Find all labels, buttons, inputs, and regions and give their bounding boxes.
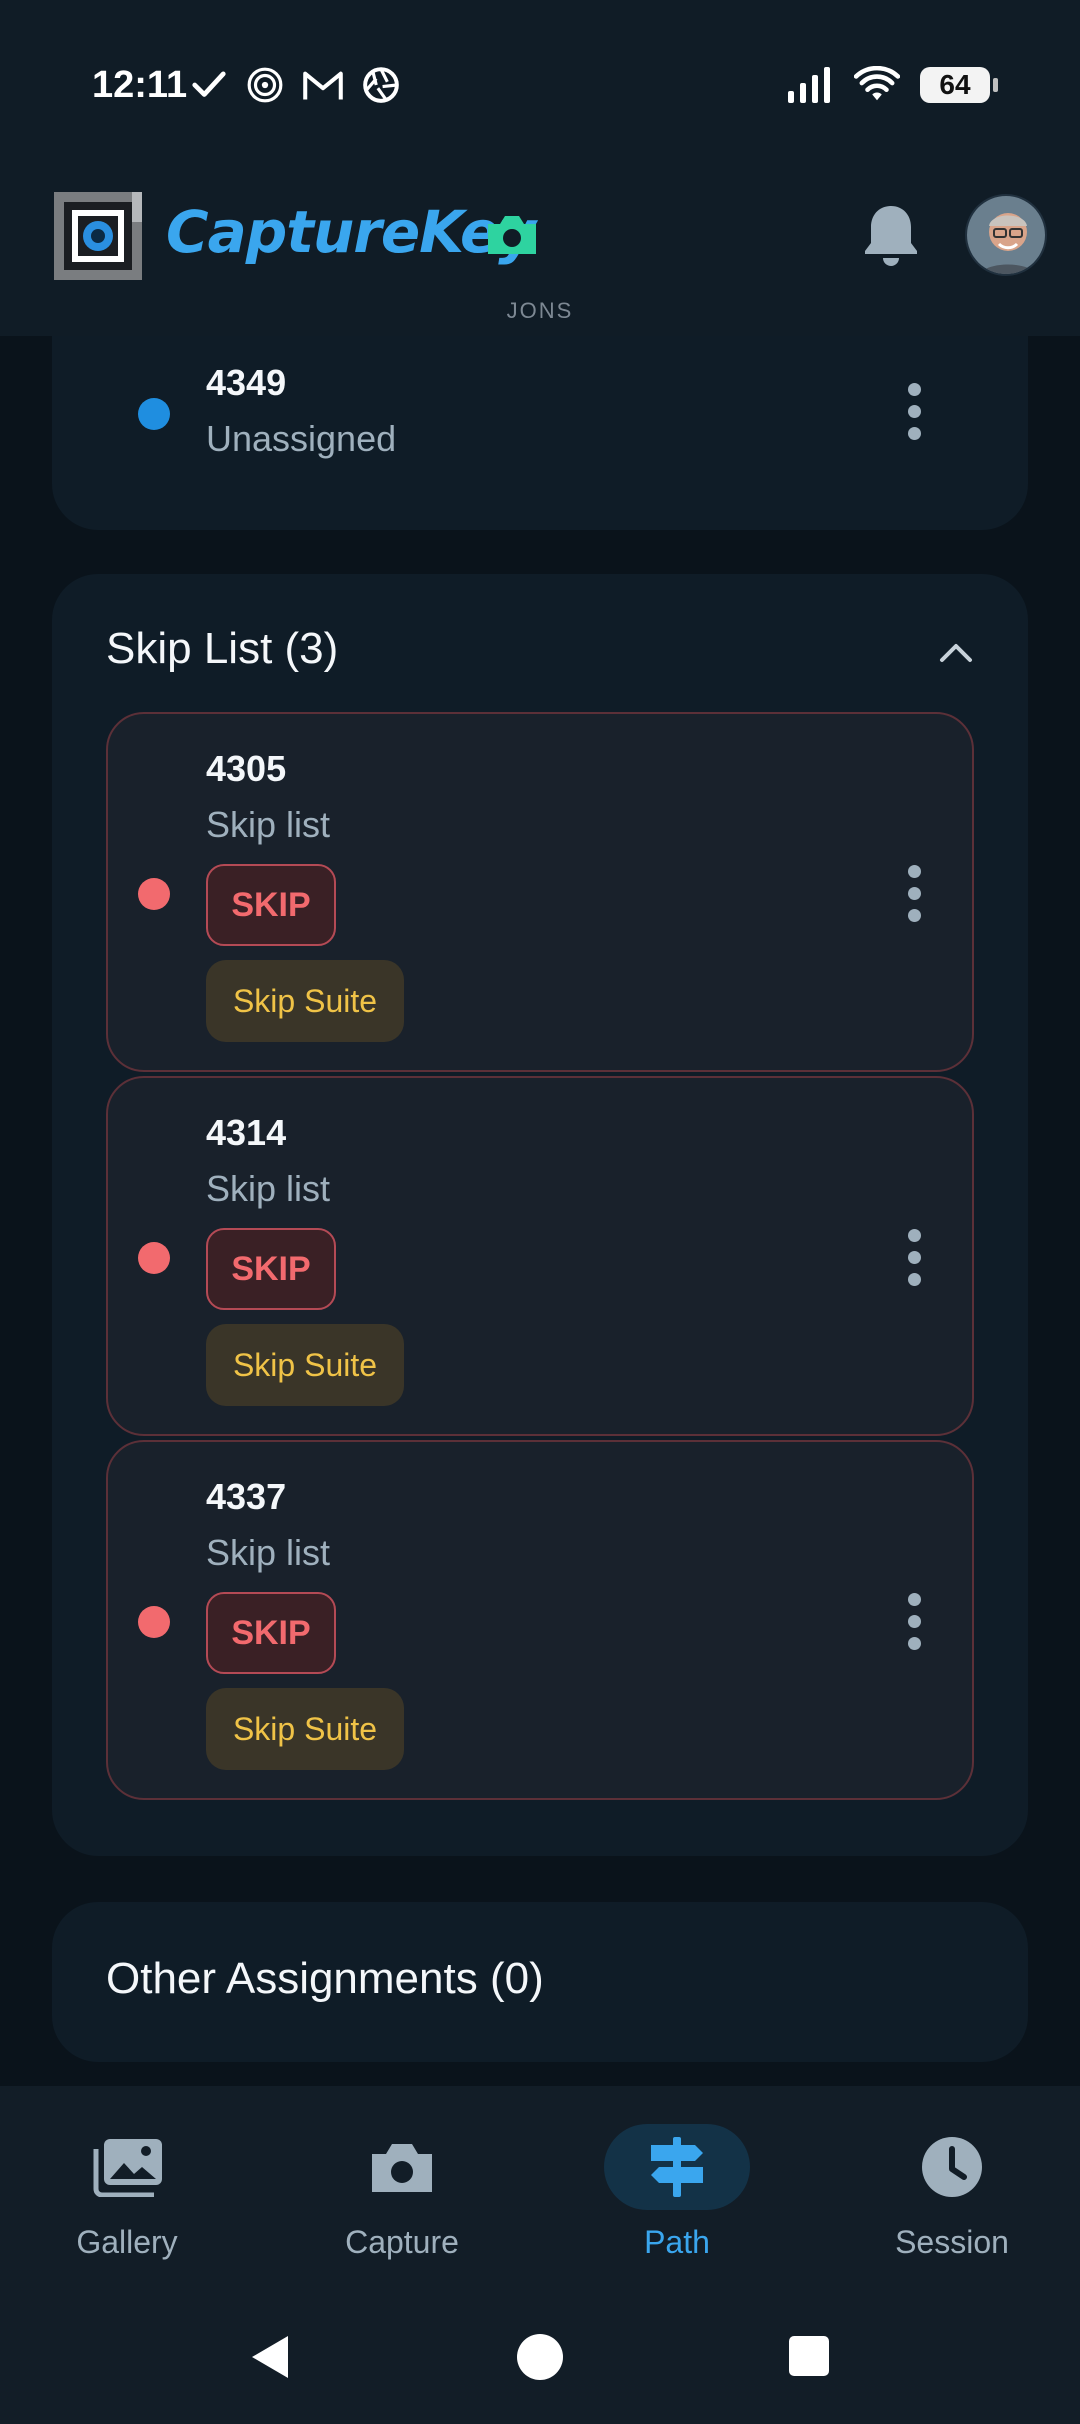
- list-item[interactable]: 4314 Skip list SKIP Skip Suite: [106, 1076, 974, 1436]
- more-options-button[interactable]: [894, 1222, 934, 1292]
- nav-label: Capture: [345, 2224, 459, 2260]
- item-id: 4314: [206, 1112, 287, 1153]
- brand-title: CaptureKey: [166, 198, 536, 266]
- check-icon: [192, 71, 226, 97]
- item-id: 4305: [206, 748, 287, 789]
- nav-gallery[interactable]: Gallery: [37, 2124, 217, 2261]
- status-dot: [138, 878, 170, 910]
- gallery-icon: [93, 2139, 162, 2197]
- status-icons-right: 64: [786, 66, 998, 104]
- skip-badge: SKIP: [206, 1228, 336, 1310]
- avatar[interactable]: [965, 194, 1047, 276]
- status-time: 12:11: [92, 64, 188, 106]
- status-dot: [138, 398, 170, 430]
- nav-session[interactable]: Session: [862, 2124, 1042, 2261]
- nav-icon-container: [54, 2124, 200, 2210]
- status-dot: [138, 1606, 170, 1638]
- logo-icon: [54, 192, 142, 280]
- bottom-nav: Gallery Capture Path Session: [0, 2086, 1080, 2282]
- skip-suite-badge: Skip Suite: [206, 1324, 404, 1406]
- signpost-icon: [651, 2137, 703, 2197]
- bell-icon[interactable]: [858, 200, 924, 270]
- battery-icon: 64: [920, 67, 998, 103]
- nav-label: Session: [895, 2224, 1009, 2260]
- nav-label: Path: [644, 2224, 710, 2260]
- camera-icon[interactable]: [484, 210, 540, 258]
- more-options-button[interactable]: [894, 1586, 934, 1656]
- status-bar: 12:11 64: [0, 0, 1080, 170]
- unassigned-card: 4349 Unassigned: [52, 336, 1028, 530]
- nav-path[interactable]: Path: [587, 2124, 767, 2261]
- list-item[interactable]: 4337 Skip list SKIP Skip Suite: [106, 1440, 974, 1800]
- signal-icon: [788, 67, 830, 103]
- status-dot: [138, 1242, 170, 1274]
- wifi-icon: [854, 66, 900, 101]
- list-item[interactable]: 4305 Skip list SKIP Skip Suite: [106, 712, 974, 1072]
- skip-badge: SKIP: [206, 864, 336, 946]
- item-id: 4349: [206, 362, 287, 403]
- more-options-button[interactable]: [894, 376, 934, 446]
- other-assignments-card[interactable]: Other Assignments (0): [52, 1902, 1028, 2062]
- item-status: Skip list: [206, 804, 331, 845]
- recents-icon[interactable]: [787, 2334, 831, 2378]
- skip-list-card: Skip List (3) 4305 Skip list SKIP Skip S…: [52, 574, 1028, 1856]
- nav-icon-container: [879, 2124, 1025, 2210]
- content-scroll[interactable]: 4349 Unassigned Skip List (3) 4305 Skip …: [0, 336, 1080, 2086]
- system-nav-bar: [0, 2282, 1080, 2424]
- header-subtitle: JONS: [506, 298, 574, 323]
- item-status: Skip list: [206, 1168, 331, 1209]
- clock-icon: [922, 2137, 982, 2197]
- camera-icon: [372, 2144, 432, 2192]
- gmail-icon: [303, 71, 343, 100]
- item-status: Unassigned: [206, 418, 397, 459]
- nav-label: Gallery: [76, 2224, 178, 2260]
- nav-capture[interactable]: Capture: [312, 2124, 492, 2261]
- back-icon[interactable]: [246, 2332, 294, 2382]
- home-icon[interactable]: [515, 2332, 565, 2382]
- other-assignments-title: Other Assignments (0): [106, 1954, 544, 2003]
- app-header: CaptureKey JONS: [0, 170, 1080, 336]
- skip-list-title: Skip List (3): [106, 624, 339, 673]
- battery-level: 64: [939, 69, 971, 100]
- more-options-button[interactable]: [894, 858, 934, 928]
- nav-icon-container: [604, 2124, 750, 2210]
- skip-suite-badge: Skip Suite: [206, 960, 404, 1042]
- status-icons-left: [190, 66, 400, 104]
- skip-suite-badge: Skip Suite: [206, 1688, 404, 1770]
- item-id: 4337: [206, 1476, 287, 1517]
- avatar-photo: [967, 196, 1045, 274]
- spiral-icon: [247, 67, 283, 103]
- item-status: Skip list: [206, 1532, 331, 1573]
- chevron-up-icon[interactable]: [936, 636, 976, 666]
- nav-icon-container: [329, 2124, 475, 2210]
- skip-badge: SKIP: [206, 1592, 336, 1674]
- aperture-icon: [363, 67, 399, 103]
